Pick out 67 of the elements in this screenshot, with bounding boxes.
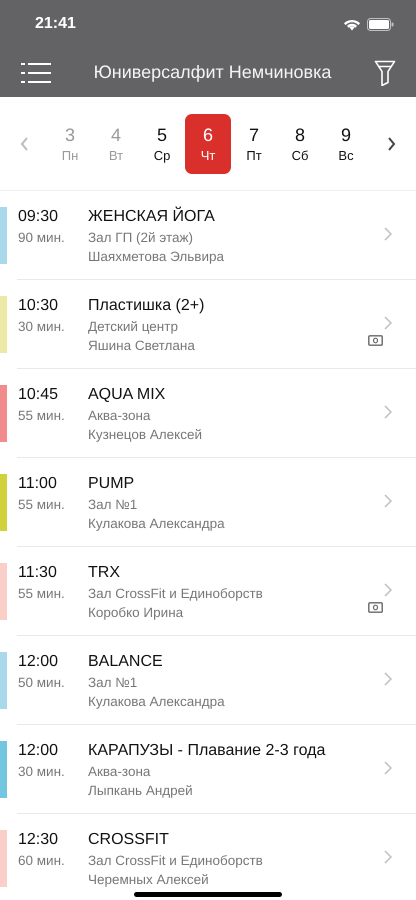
class-trainer: Кулакова Александра	[88, 515, 226, 532]
class-title: AQUA MIX	[88, 385, 166, 405]
class-title: КАРАПУЗЫ - Плавание 2-3 года	[88, 741, 326, 761]
class-duration: 60 мин.	[18, 852, 66, 869]
class-room: Аква-зона	[88, 763, 152, 780]
chevron-right-icon	[384, 761, 392, 775]
status-time: 21:41	[35, 15, 76, 33]
class-trainer: Кузнецов Алексей	[88, 426, 204, 443]
class-duration: 55 мин.	[18, 585, 66, 602]
class-row[interactable]: 10:45 55 мин. AQUA MIX Аква-зона Кузнецов Алексей	[0, 369, 416, 458]
day-tab[interactable]: 5 Ср	[139, 114, 185, 174]
class-duration: 90 мин.	[18, 229, 66, 246]
class-time: 10:45	[18, 385, 60, 405]
class-trainer: Коробко Ирина	[88, 604, 184, 621]
class-duration: 30 мин.	[18, 763, 66, 780]
class-trainer: Лыпкань Андрей	[88, 782, 194, 799]
class-row[interactable]: 12:30 60 мин. CROSSFIT Зал CrossFit и Единоборств Черемных Алексей	[0, 814, 416, 900]
chevron-right-icon	[384, 583, 392, 597]
day-tab[interactable]: 6 Чт	[185, 114, 231, 174]
class-row[interactable]: 11:00 55 мин. PUMP Зал №1 Кулакова Александра	[0, 458, 416, 547]
class-trainer: Кулакова Александра	[88, 693, 226, 710]
class-row[interactable]: 12:00 50 мин. BALANCE Зал №1 Кулакова Александра	[0, 636, 416, 725]
day-tab[interactable]: 8 Сб	[277, 114, 323, 174]
chevron-right-icon	[384, 850, 392, 864]
class-row[interactable]: 10:30 30 мин. Пластишка (2+) Детский центр Яшина Светлана	[0, 280, 416, 369]
class-room: Зал №1	[88, 496, 138, 513]
class-trainer: Черемных Алексей	[88, 871, 210, 888]
class-room: Детский центр	[88, 318, 179, 335]
class-room: Зал CrossFit и Единоборств	[88, 585, 264, 602]
filter-icon[interactable]	[374, 60, 396, 86]
class-time: 11:30	[18, 563, 58, 583]
class-duration: 30 мин.	[18, 318, 66, 335]
class-time: 12:00	[18, 741, 60, 761]
class-title: BALANCE	[88, 652, 164, 672]
class-title: PUMP	[88, 474, 136, 494]
class-title: Пластишка (2+)	[88, 296, 206, 316]
class-room: Зал ГП (2й этаж)	[88, 229, 194, 246]
class-row[interactable]: 09:30 90 мин. ЖЕНСКАЯ ЙОГА Зал ГП (2й этаж) Шаяхметова Эльвира	[0, 191, 416, 280]
class-room: Зал CrossFit и Единоборств	[88, 852, 264, 869]
class-duration: 55 мин.	[18, 407, 66, 424]
class-duration: 50 мин.	[18, 674, 66, 691]
class-time: 10:30	[18, 296, 60, 316]
class-trainer: Шаяхметова Эльвира	[88, 248, 225, 265]
class-title: CROSSFIT	[88, 830, 170, 850]
class-time: 12:30	[18, 830, 60, 850]
battery-icon	[367, 18, 394, 30]
menu-icon[interactable]	[21, 62, 51, 84]
chevron-right-icon	[384, 316, 392, 330]
class-time: 12:00	[18, 652, 60, 672]
class-trainer: Яшина Светлана	[88, 337, 196, 354]
day-tab[interactable]: 7 Пт	[231, 114, 277, 174]
class-room: Аква-зона	[88, 407, 152, 424]
class-title: TRX	[88, 563, 121, 583]
class-title: ЖЕНСКАЯ ЙОГА	[88, 207, 216, 227]
nav-title: Юниверсалфит Немчиновка	[94, 62, 332, 83]
class-duration: 55 мин.	[18, 496, 66, 513]
wifi-icon	[343, 18, 361, 30]
class-row[interactable]: 12:00 30 мин. КАРАПУЗЫ - Плавание 2-3 года Аква-зона Лыпкань Андрей	[0, 725, 416, 814]
class-time: 11:00	[18, 474, 58, 494]
day-tab[interactable]: 9 Вс	[323, 114, 369, 174]
class-room: Зал №1	[88, 674, 138, 691]
chevron-right-icon	[384, 672, 392, 686]
class-row[interactable]: 11:30 55 мин. TRX Зал CrossFit и Единоборств Коробко Ирина	[0, 547, 416, 636]
chevron-right-icon	[384, 405, 392, 419]
chevron-right-icon	[384, 494, 392, 508]
class-time: 09:30	[18, 207, 60, 227]
chevron-right-icon	[384, 227, 392, 241]
